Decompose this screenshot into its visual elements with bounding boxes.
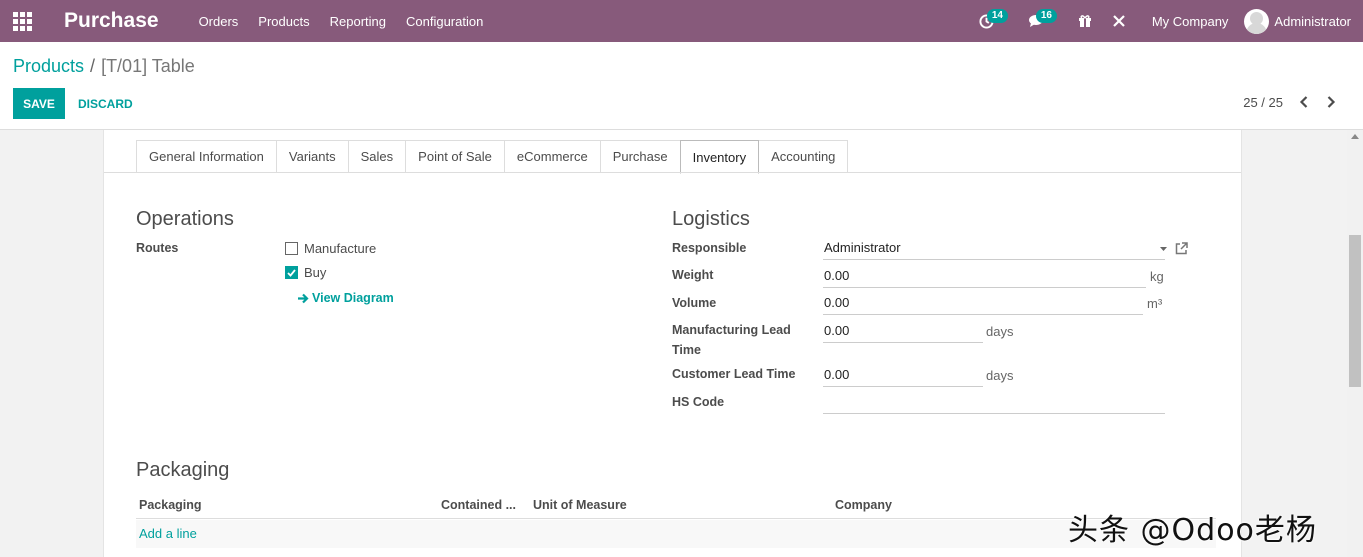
weight-input[interactable]: 0.00: [823, 266, 1146, 288]
manufacturing-lead-time-input[interactable]: 0.00: [823, 321, 983, 343]
breadcrumb-separator: /: [90, 56, 96, 76]
manufacturing-lead-time-label-line1: Manufacturing Lead: [672, 323, 791, 337]
chevron-left-icon: [1299, 96, 1308, 108]
customer-lead-time-unit: days: [986, 368, 1014, 383]
view-diagram-link[interactable]: View Diagram: [297, 291, 394, 305]
volume-unit: m³: [1147, 296, 1163, 311]
user-name: Administrator: [1274, 13, 1351, 29]
main-menu: Orders Products Reporting Configuration: [189, 14, 494, 29]
activity-count-badge: 14: [986, 9, 1008, 23]
top-navbar: Purchase Orders Products Reporting Confi…: [0, 0, 1363, 42]
arrow-right-icon: [298, 293, 309, 303]
column-packaging[interactable]: Packaging: [139, 498, 202, 512]
save-button[interactable]: SAVE: [13, 88, 65, 119]
view-diagram-label: View Diagram: [312, 291, 394, 305]
buy-checkbox[interactable]: [285, 266, 298, 279]
routes-label: Routes: [136, 241, 179, 255]
scrollbar-thumb[interactable]: [1349, 235, 1361, 387]
tab-accounting[interactable]: Accounting: [759, 140, 849, 173]
responsible-label: Responsible: [672, 241, 747, 255]
menu-configuration[interactable]: Configuration: [396, 14, 493, 29]
manufacturing-lead-time-unit: days: [986, 324, 1014, 339]
form-sheet: General Information Variants Sales Point…: [103, 130, 1242, 557]
menu-products[interactable]: Products: [248, 14, 319, 29]
responsible-field[interactable]: Administrator: [823, 238, 1167, 260]
packaging-title: Packaging: [136, 459, 230, 481]
app-name: Purchase: [64, 9, 159, 32]
external-link-icon[interactable]: [1175, 242, 1188, 255]
debug-tools-button[interactable]: [1102, 0, 1136, 42]
watermark-text: 头条 @Odoo老杨: [1068, 513, 1317, 548]
grid-icon: [12, 11, 32, 31]
tab-general-information[interactable]: General Information: [136, 140, 276, 173]
tab-sales[interactable]: Sales: [347, 140, 406, 173]
apps-menu-button[interactable]: [0, 0, 44, 42]
column-contained-quantity[interactable]: Contained ...: [441, 498, 516, 512]
control-panel: Products / [T/01] Table SAVE DISCARD 25 / …: [0, 42, 1363, 130]
route-manufacture[interactable]: Manufacture: [285, 241, 376, 256]
weight-label: Weight: [672, 268, 714, 282]
menu-orders[interactable]: Orders: [189, 14, 249, 29]
manufacture-label: Manufacture: [304, 241, 377, 256]
breadcrumb-current: [T/01] Table: [101, 56, 195, 76]
manufacture-checkbox[interactable]: [285, 242, 298, 255]
add-a-line-link[interactable]: Add a line: [139, 526, 197, 541]
hs-code-input[interactable]: [823, 392, 1165, 414]
manufacturing-lead-time-label: Manufacturing Lead Time: [672, 320, 791, 360]
volume-input[interactable]: 0.00: [823, 293, 1143, 315]
company-switcher[interactable]: My Company: [1136, 14, 1245, 29]
weight-unit: kg: [1150, 269, 1164, 284]
column-unit-of-measure[interactable]: Unit of Measure: [533, 498, 627, 512]
pager-value[interactable]: 25 / 25: [1243, 95, 1283, 110]
activity-button[interactable]: 14: [969, 0, 1008, 42]
tools-icon: [1113, 15, 1125, 27]
messages-count-badge: 16: [1035, 9, 1057, 23]
customer-lead-time-input[interactable]: 0.00: [823, 365, 983, 387]
logistics-title: Logistics: [672, 208, 750, 230]
operations-title: Operations: [136, 208, 234, 230]
notebook-tabs: General Information Variants Sales Point…: [136, 140, 849, 174]
volume-label: Volume: [672, 296, 717, 310]
buy-label: Buy: [304, 265, 327, 280]
messages-button[interactable]: 16: [1018, 0, 1057, 42]
scroll-up-icon[interactable]: [1351, 134, 1359, 139]
gift-button[interactable]: [1068, 0, 1102, 42]
tabs-divider: [104, 172, 1241, 173]
user-menu[interactable]: Administrator: [1244, 8, 1363, 34]
avatar: [1244, 8, 1270, 34]
packaging-add-row: Add a line: [136, 520, 1216, 548]
tab-purchase[interactable]: Purchase: [599, 140, 680, 173]
gift-icon: [1078, 15, 1091, 27]
tab-ecommerce[interactable]: eCommerce: [503, 140, 600, 173]
page-scrollbar[interactable]: [1347, 130, 1363, 557]
tab-inventory[interactable]: Inventory: [679, 140, 760, 174]
breadcrumb-products-link[interactable]: Products: [13, 56, 84, 76]
breadcrumb: Products / [T/01] Table: [13, 56, 195, 77]
tab-point-of-sale[interactable]: Point of Sale: [405, 140, 504, 173]
responsible-value: Administrator: [824, 240, 901, 255]
column-company[interactable]: Company: [835, 498, 892, 512]
manufacturing-lead-time-label-line2: Time: [672, 343, 701, 357]
tab-variants[interactable]: Variants: [275, 140, 348, 173]
hs-code-label: HS Code: [672, 395, 725, 409]
pager-previous-button[interactable]: [1295, 93, 1313, 111]
route-buy[interactable]: Buy: [285, 265, 326, 280]
caret-down-icon[interactable]: [1160, 247, 1167, 251]
discard-button[interactable]: DISCARD: [70, 88, 141, 119]
chevron-right-icon: [1327, 96, 1336, 108]
pager-next-button[interactable]: [1322, 93, 1340, 111]
check-icon: [287, 268, 296, 277]
packaging-table-header: Packaging Contained ... Unit of Measure …: [136, 493, 1216, 519]
customer-lead-time-label: Customer Lead Time: [672, 367, 796, 381]
systray: 14 16 My Company Administrator: [969, 0, 1363, 42]
menu-reporting[interactable]: Reporting: [320, 14, 396, 29]
